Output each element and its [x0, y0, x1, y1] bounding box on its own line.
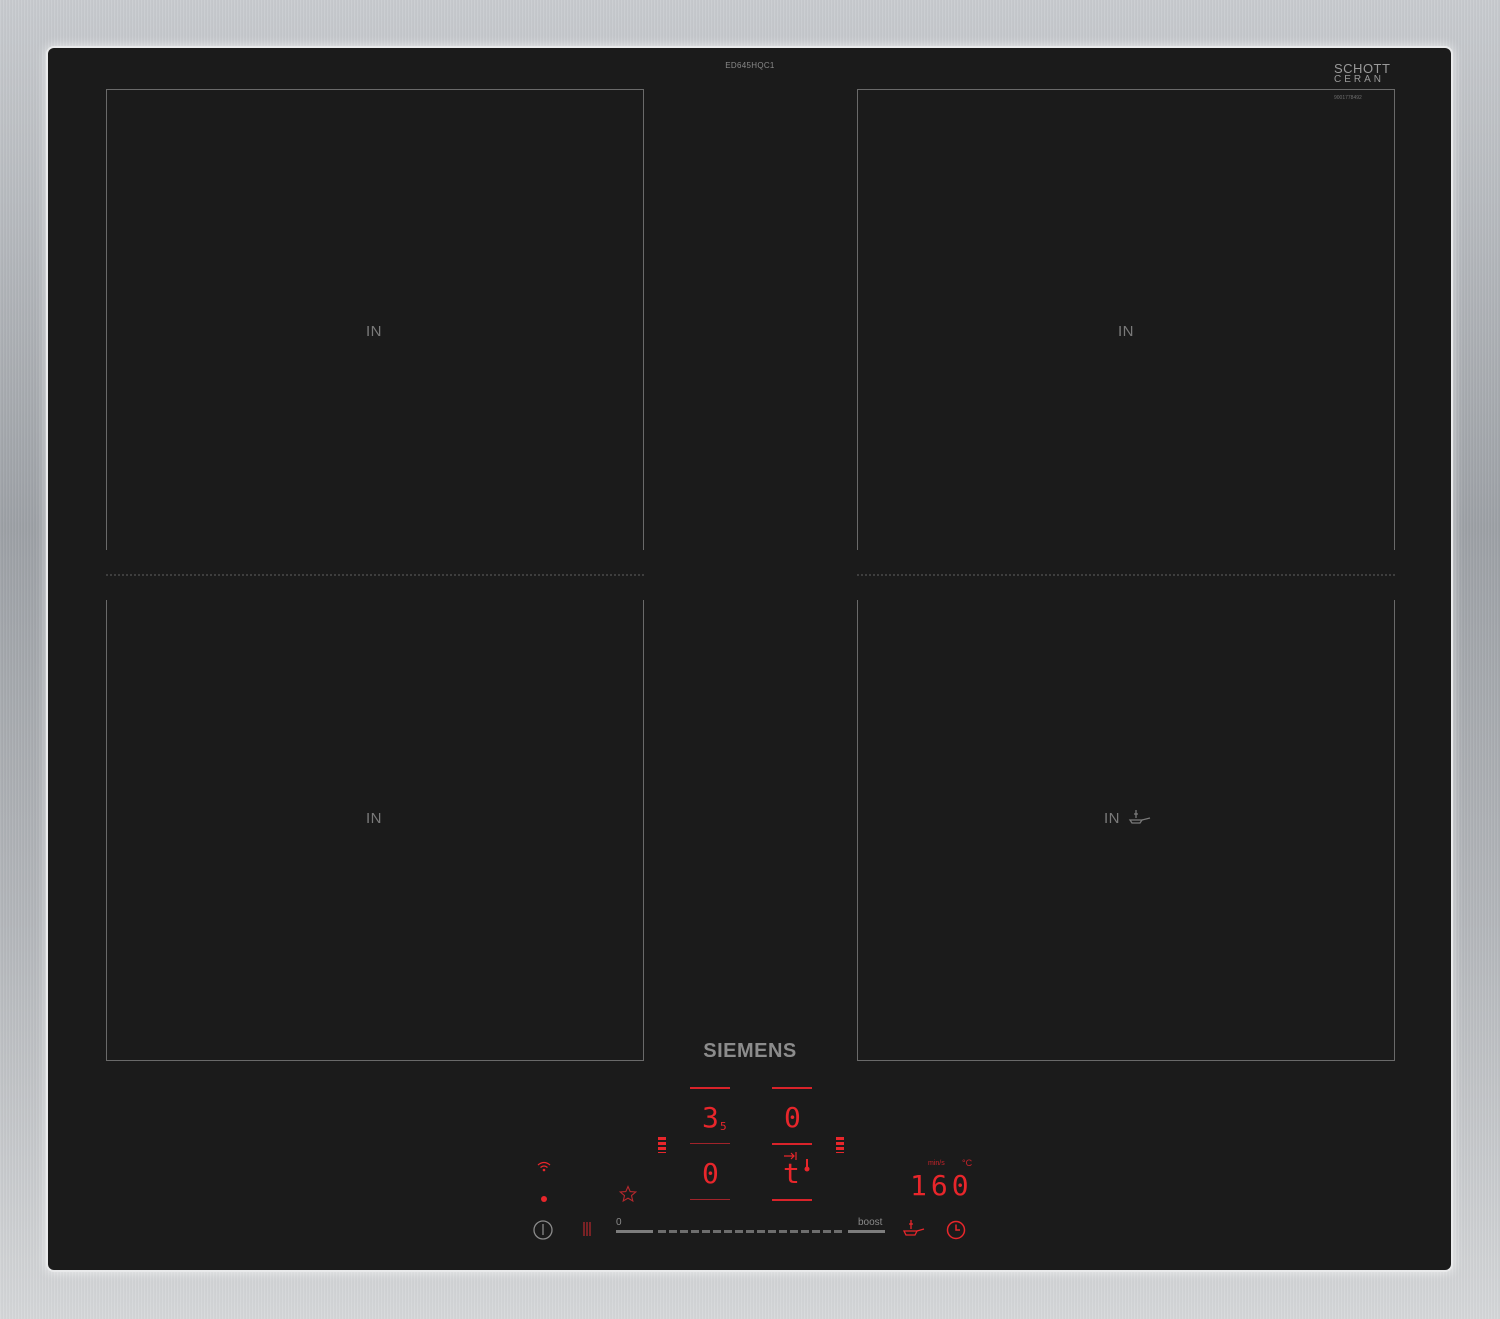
front-right-power-level[interactable]: 0: [784, 1104, 801, 1132]
power-slider-boost[interactable]: [848, 1230, 885, 1233]
timer-icon[interactable]: [945, 1219, 967, 1241]
temp-mode-label: min/s: [928, 1160, 945, 1167]
temp-unit-label: °C: [962, 1158, 973, 1168]
zone-label-top-right: IN: [1118, 323, 1134, 340]
power-slider[interactable]: [658, 1230, 844, 1233]
zone-select-line: [690, 1143, 730, 1144]
cooking-zone-bottom-right: [857, 600, 1395, 1061]
zone-select-line: [690, 1199, 730, 1200]
left-zone-marker: [658, 1137, 666, 1153]
schott-ceran-logo: SCHOTT CERAN: [1334, 62, 1404, 85]
cooking-zone-top-right: [857, 89, 1395, 550]
child-lock-icon[interactable]: [582, 1220, 594, 1238]
model-number: ED645HQC1: [725, 61, 775, 70]
rear-right-symbol[interactable]: t: [783, 1160, 800, 1188]
ceran-logo-line: CERAN: [1334, 74, 1385, 85]
zone-select-line: [772, 1143, 812, 1145]
flex-zone-divider-right: [857, 574, 1395, 576]
zone-select-line: [690, 1087, 730, 1089]
thermometer-icon: [804, 1159, 810, 1172]
frying-sensor-icon[interactable]: [902, 1218, 926, 1238]
cooking-zone-bottom-left: [106, 600, 644, 1061]
frying-pan-sensor-icon: [1128, 810, 1151, 824]
wifi-icon[interactable]: [536, 1160, 552, 1172]
temperature-display: 160: [910, 1169, 973, 1202]
zone-select-line: [772, 1199, 812, 1201]
zone-label-bottom-right: IN: [1104, 810, 1120, 827]
flex-zone-divider-left: [106, 574, 644, 576]
zone-label-bottom-left: IN: [366, 810, 382, 827]
power-icon[interactable]: [532, 1219, 554, 1241]
favorite-icon[interactable]: [619, 1185, 637, 1203]
status-led-icon: [541, 1196, 547, 1202]
rear-left-power-level[interactable]: 0: [702, 1160, 719, 1188]
zone-label-top-left: IN: [366, 323, 382, 340]
slider-min-label: 0: [616, 1217, 622, 1228]
power-slider-start[interactable]: [616, 1230, 653, 1233]
front-left-power-level[interactable]: 3: [702, 1104, 719, 1132]
cooking-zone-top-left: [106, 89, 644, 550]
front-left-power-fraction: 5: [720, 1120, 727, 1133]
slider-max-label: boost: [858, 1217, 883, 1228]
zone-select-line: [772, 1087, 812, 1089]
right-zone-marker: [836, 1137, 844, 1153]
brand-logo: SIEMENS: [703, 1040, 797, 1062]
